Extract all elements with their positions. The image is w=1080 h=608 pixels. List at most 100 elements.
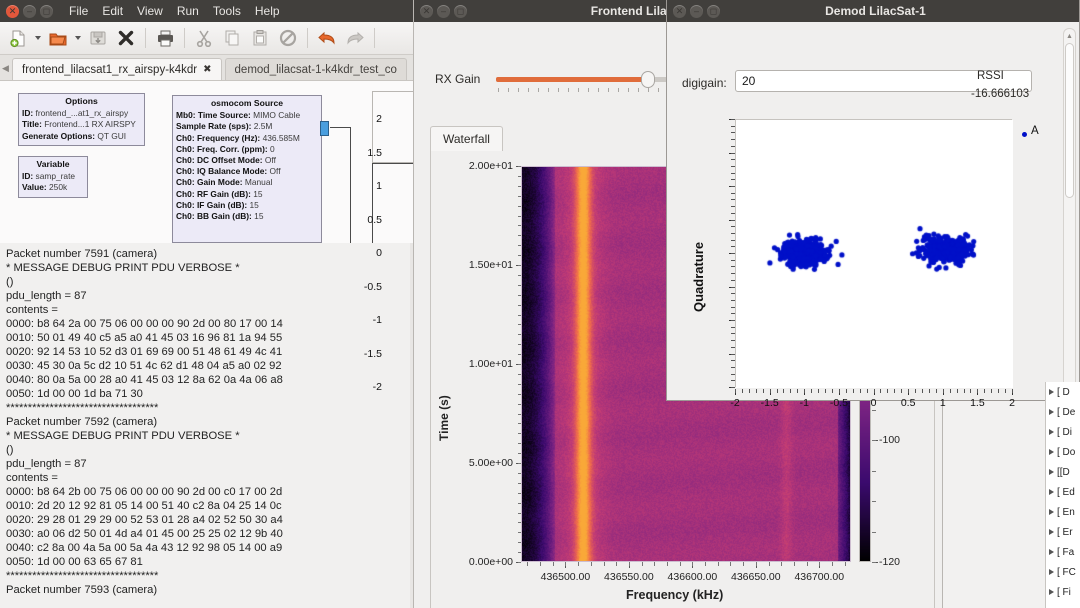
axis-minor-tick (679, 562, 681, 566)
print-icon[interactable] (152, 25, 178, 51)
menu-item-help[interactable]: Help (255, 4, 280, 18)
block-variable-samp-rate[interactable]: Variable ID: samp_rate Value: 250k (18, 156, 88, 198)
tree-item[interactable]: [ Fa (1046, 542, 1080, 562)
demod-maximize-button[interactable]: ◻ (707, 4, 720, 18)
tree-item[interactable]: [ Er (1046, 522, 1080, 542)
tab-frontend-flowgraph[interactable]: frontend_lilacsat1_rx_airspy-k4kdr ✖ (12, 58, 222, 80)
expand-triangle-icon[interactable] (1049, 469, 1054, 475)
waterfall-y-axis-label: Time (s) (437, 395, 451, 441)
axis-minor-tick (705, 562, 707, 566)
legend-marker-icon (1022, 132, 1027, 137)
axis-minor-tick (628, 562, 630, 566)
demod-minimize-button[interactable]: – (690, 4, 703, 18)
new-file-dropdown-icon[interactable] (33, 25, 43, 51)
tree-item[interactable]: [ D (1046, 382, 1080, 402)
tree-item[interactable]: [ Ed (1046, 482, 1080, 502)
block-library-tree[interactable]: [ D [ De [ Di [ Do [[D [ Ed [ En [ Er [ Fa [ FC [ … (1045, 382, 1080, 608)
axis-tick-label: -1.5 (760, 397, 779, 409)
expand-triangle-icon[interactable] (1049, 549, 1054, 555)
redo-icon (342, 25, 368, 51)
open-folder-icon[interactable] (45, 25, 71, 51)
menu-item-run[interactable]: Run (177, 4, 199, 18)
block-field-value: 15 (253, 188, 263, 199)
block-field-key: Sample Rate (sps): (176, 121, 252, 132)
tree-item[interactable]: [ Di (1046, 422, 1080, 442)
menu-item-edit[interactable]: Edit (102, 4, 123, 18)
window-maximize-button[interactable]: ◻ (40, 4, 53, 18)
axis-tick-label: 0.5 (367, 213, 382, 226)
new-file-icon[interactable] (5, 25, 31, 51)
tree-item[interactable]: [[D (1046, 462, 1080, 482)
grc-flowgraph-canvas[interactable]: Options ID: frontend_...at1_rx_airspy Ti… (0, 81, 417, 243)
block-title: Variable (36, 159, 70, 169)
expand-triangle-icon[interactable] (1049, 449, 1054, 455)
expand-triangle-icon[interactable] (1049, 589, 1054, 595)
window-minimize-button[interactable]: – (23, 4, 36, 18)
tree-item[interactable]: [ Fi (1046, 582, 1080, 602)
menu-item-view[interactable]: View (137, 4, 163, 18)
scrollbar-thumb[interactable] (1065, 43, 1074, 198)
tab-waterfall[interactable]: Waterfall (430, 126, 503, 152)
axis-minor-tick (790, 389, 792, 393)
frontend-close-button[interactable]: ✕ (420, 4, 433, 18)
connection-wire (330, 127, 350, 128)
legend-label: A (1031, 125, 1039, 137)
axis-minor-tick (811, 389, 813, 393)
tree-item[interactable]: [ FC (1046, 562, 1080, 582)
expand-triangle-icon[interactable] (1049, 409, 1054, 415)
axis-tick-label: 1 (939, 397, 946, 409)
console-line: *********************************** (6, 402, 159, 414)
undo-icon[interactable] (314, 25, 340, 51)
expand-triangle-icon[interactable] (1049, 429, 1054, 435)
menu-item-tools[interactable]: Tools (213, 4, 241, 18)
tree-item[interactable]: [ Do (1046, 442, 1080, 462)
frontend-maximize-button[interactable]: ◻ (454, 4, 467, 18)
expand-triangle-icon[interactable] (1049, 569, 1054, 575)
block-field-key: Ch0: BB Gain (dB): (176, 211, 252, 222)
expand-triangle-icon[interactable] (1049, 389, 1054, 395)
demod-close-button[interactable]: ✕ (673, 4, 686, 18)
block-options[interactable]: Options ID: frontend_...at1_rx_airspy Ti… (18, 93, 145, 146)
axis-minor-tick (692, 562, 694, 566)
colorbar-minor-tick (872, 562, 876, 563)
console-line: 0000: b8 64 2a 00 75 06 00 00 00 90 2d 0… (6, 318, 283, 330)
block-osmocom-source[interactable]: osmocom Source Mb0: Time Source: MIMO Ca… (172, 95, 322, 243)
slider-handle[interactable] (641, 71, 656, 88)
demod-scrollbar[interactable]: ▲ ▼ (1063, 28, 1076, 398)
axis-minor-tick (825, 389, 827, 393)
block-field-key: Generate Options: (22, 130, 96, 141)
block-field-value: Off (269, 166, 281, 177)
frontend-minimize-button[interactable]: – (437, 4, 450, 18)
axis-tick-label: 436700.00 (794, 571, 845, 583)
expand-triangle-icon[interactable] (1049, 529, 1054, 535)
axis-minor-tick (831, 562, 833, 566)
colorbar-minor-tick (872, 531, 876, 533)
expand-triangle-icon[interactable] (1049, 509, 1054, 515)
scroll-up-icon[interactable]: ▲ (1064, 30, 1075, 43)
constellation-plot[interactable] (735, 119, 1013, 388)
close-document-icon[interactable] (113, 25, 139, 51)
tree-item-label: [ En (1057, 506, 1075, 518)
open-dropdown-icon[interactable] (73, 25, 83, 51)
window-close-button[interactable]: ✕ (6, 4, 19, 18)
axis-minor-tick (977, 389, 979, 393)
grc-console-output[interactable]: Packet number 7591 (camera) * MESSAGE DEB… (0, 243, 410, 608)
menu-item-file[interactable]: File (69, 4, 88, 18)
tree-item[interactable]: [ En (1046, 502, 1080, 522)
tree-item[interactable]: [ De (1046, 402, 1080, 422)
tab-label: demod_lilacsat-1-k4kdr_test_co (234, 63, 397, 76)
cut-icon (191, 25, 217, 51)
block-field-key: Ch0: Freq. Corr. (ppm): (176, 143, 268, 154)
tab-scroll-left-icon[interactable]: ◀ (2, 63, 9, 74)
block-field-key: ID: (22, 108, 34, 119)
tab-close-icon[interactable]: ✖ (203, 64, 211, 75)
axis-tick-label: 436500.00 (540, 571, 591, 583)
block-output-port[interactable] (320, 121, 329, 136)
block-field-key: Ch0: Gain Mode: (176, 177, 243, 188)
axis-minor-tick (908, 389, 910, 393)
console-line: * MESSAGE DEBUG PRINT PDU VERBOSE * (6, 262, 240, 274)
connection-wire (372, 163, 373, 243)
tab-demod-flowgraph[interactable]: demod_lilacsat-1-k4kdr_test_co (224, 58, 407, 80)
axis-minor-tick (717, 562, 719, 566)
expand-triangle-icon[interactable] (1049, 489, 1054, 495)
